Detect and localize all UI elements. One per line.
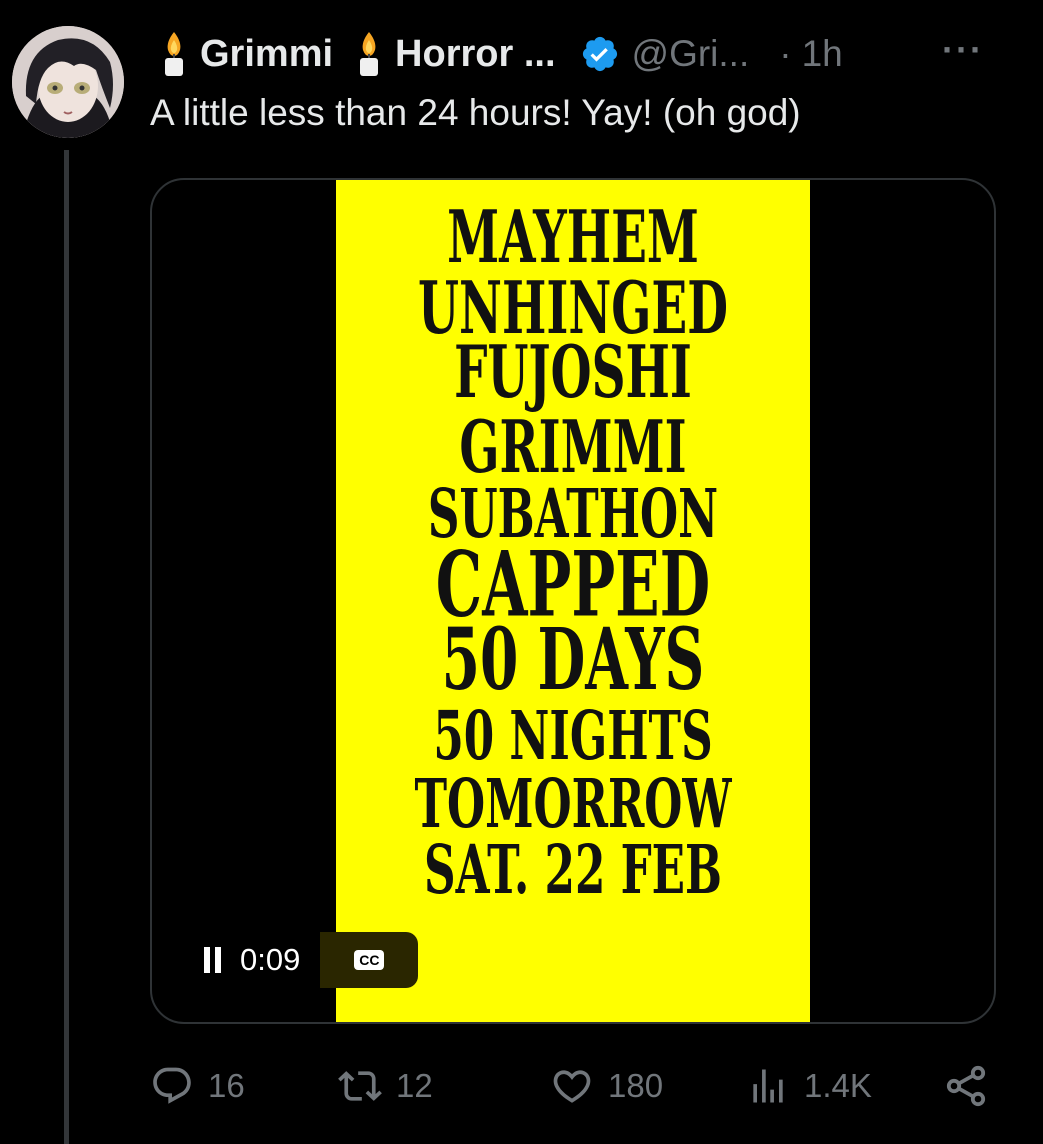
share-icon [946,1065,986,1107]
thread-line [64,150,69,1144]
playback-control[interactable]: 0:09 [188,932,315,988]
video-controls: 0:09 CC [188,932,419,988]
poster-text-line: FUJOSHI [454,329,692,415]
heart-icon [553,1070,591,1103]
candle-icon [165,32,183,76]
user-handle[interactable]: @Gri... [632,33,750,75]
repost-button[interactable]: 12 [338,1060,433,1112]
video-player[interactable]: MAYHEM UNHINGED FUJOSHI GRIMMI SUBATHON CAPPE… [150,178,996,1024]
time-separator: · [779,33,792,74]
poster-text-line: 50 DAYS [441,610,705,710]
display-name[interactable]: Grimmi [200,33,333,76]
verified-badge-icon[interactable] [580,34,620,74]
repost-count: 12 [396,1067,433,1104]
like-count: 180 [608,1067,664,1104]
views-button[interactable]: 1.4K [746,1060,872,1112]
repost-icon [338,1071,382,1101]
video-timecode: 0:09 [240,942,301,977]
avatar[interactable] [12,26,124,138]
poster-text-line: 50 NIGHTS [433,695,713,775]
reply-count: 16 [208,1067,245,1104]
pause-icon[interactable] [204,947,222,973]
action-bar: 16 12 180 1.4K [150,1060,992,1112]
reply-icon [153,1067,191,1104]
display-name-suffix[interactable]: Horror ... [395,33,555,76]
timestamp[interactable]: 1h [802,33,843,75]
captions-button[interactable]: CC [320,932,419,988]
poster-text-line: TOMORROW [414,763,732,843]
candle-icon [360,32,379,76]
share-button[interactable] [942,1060,1004,1112]
avatar-image [12,26,124,138]
tweet-text: A little less than 24 hours! Yay! (oh go… [150,92,801,133]
video-poster[interactable]: MAYHEM UNHINGED FUJOSHI GRIMMI SUBATHON CAPPE… [336,180,810,1022]
more-options-icon[interactable]: ··· [942,32,984,68]
reply-button[interactable]: 16 [150,1060,245,1112]
poster-text-line: MAYHEM [447,194,699,280]
poster-text-line: SAT. 22 FEB [424,829,722,909]
analytics-icon [753,1069,783,1103]
tweet-header: Grimmi Horror ... @Gri... · 1h [160,28,843,80]
view-count: 1.4K [804,1067,872,1104]
like-button[interactable]: 180 [550,1060,663,1112]
captions-icon: CC [354,950,385,970]
